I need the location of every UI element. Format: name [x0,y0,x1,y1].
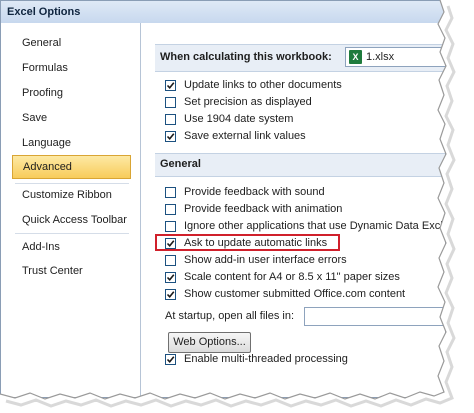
torn-edge-decoration [0,0,474,413]
